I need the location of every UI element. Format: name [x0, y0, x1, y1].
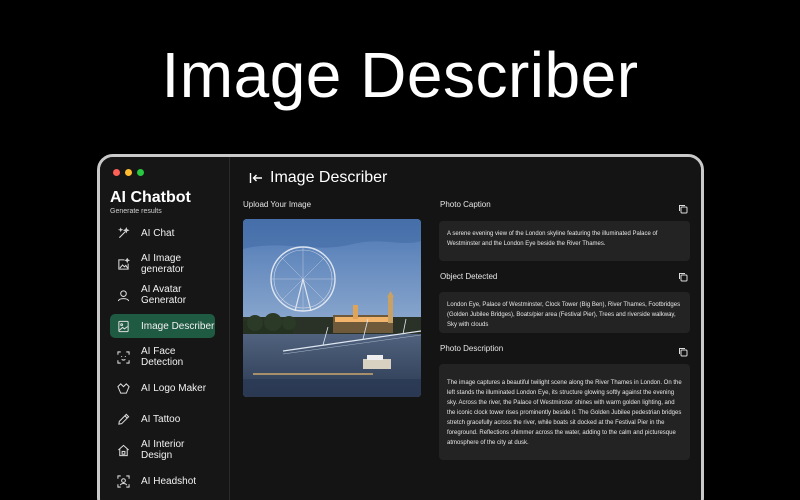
caption-label: Photo Caption: [440, 200, 491, 209]
sidebar-nav: AI Chat AI Image generator AI Avatar Gen…: [110, 221, 215, 500]
sidebar-item-label: AI Chat: [141, 227, 175, 239]
minimize-window-button[interactable]: [125, 169, 132, 176]
app-window: AI Chatbot Generate results AI Chat AI I…: [97, 154, 704, 500]
sidebar-item-ai-image-generator[interactable]: AI Image generator: [110, 252, 215, 276]
page-header: Image Describer: [248, 169, 387, 187]
objects-label: Object Detected: [440, 272, 498, 281]
image-sparkle-icon: [117, 257, 130, 271]
sidebar-item-label: AI Headshot: [141, 475, 197, 487]
copy-description-icon[interactable]: [678, 347, 688, 357]
face-scan-icon: [117, 350, 130, 364]
objects-box: London Eye, Palace of Westminster, Clock…: [439, 292, 690, 333]
close-window-button[interactable]: [113, 169, 120, 176]
app-title: AI Chatbot: [110, 189, 191, 206]
copy-objects-icon[interactable]: [678, 272, 688, 282]
sidebar-item-ai-logo-maker[interactable]: AI Logo Maker: [110, 376, 215, 400]
sidebar: AI Chatbot Generate results AI Chat AI I…: [100, 157, 230, 500]
caption-text: A serene evening view of the London skyl…: [447, 231, 658, 247]
main-panel: Image Describer Upload Your Image Photo …: [231, 157, 701, 500]
description-label: Photo Description: [440, 344, 504, 353]
sidebar-item-ai-tattoo[interactable]: AI Tattoo: [110, 407, 215, 431]
sidebar-item-ai-face-detection[interactable]: AI Face Detection: [110, 345, 215, 369]
sidebar-item-label: Image Describer: [141, 320, 215, 332]
hero-title: Image Describer: [161, 39, 639, 111]
caption-box: A serene evening view of the London skyl…: [439, 221, 690, 261]
sidebar-item-label: AI Image generator: [141, 253, 184, 275]
uploaded-image[interactable]: [243, 219, 421, 397]
window-controls: [113, 169, 144, 176]
page-title: Image Describer: [270, 169, 388, 186]
sidebar-item-label: AI Avatar Generator: [141, 284, 187, 306]
objects-text: London Eye, Palace of Westminster, Clock…: [447, 302, 681, 328]
sidebar-item-ai-chat[interactable]: AI Chat: [110, 221, 215, 245]
sidebar-item-label: AI Tattoo: [141, 413, 181, 425]
tattoo-icon: [117, 413, 130, 426]
back-arrow-icon[interactable]: [248, 170, 264, 186]
sidebar-item-ai-avatar-generator[interactable]: AI Avatar Generator: [110, 283, 215, 307]
copy-caption-icon[interactable]: [678, 204, 688, 214]
sidebar-item-ai-headshot[interactable]: AI Headshot: [110, 469, 215, 493]
sidebar-item-label: AI Interior Design: [141, 439, 185, 461]
home-icon: [117, 444, 130, 457]
avatar-icon: [117, 289, 130, 302]
app-subtitle: Generate results: [110, 208, 162, 215]
headshot-icon: [117, 474, 130, 488]
description-box: The image captures a beautiful twilight …: [439, 364, 690, 460]
sidebar-item-image-describer[interactable]: Image Describer: [110, 314, 215, 338]
sparkle-pen-icon: [117, 226, 130, 240]
image-icon: [117, 320, 130, 333]
sidebar-item-label: AI Face Detection: [141, 346, 184, 368]
description-text: The image captures a beautiful twilight …: [447, 380, 682, 446]
sidebar-item-label: AI Logo Maker: [141, 382, 207, 394]
maximize-window-button[interactable]: [137, 169, 144, 176]
logo-icon: [117, 382, 130, 395]
sidebar-item-ai-interior-design[interactable]: AI Interior Design: [110, 438, 215, 462]
upload-label: Upload Your Image: [243, 200, 312, 209]
